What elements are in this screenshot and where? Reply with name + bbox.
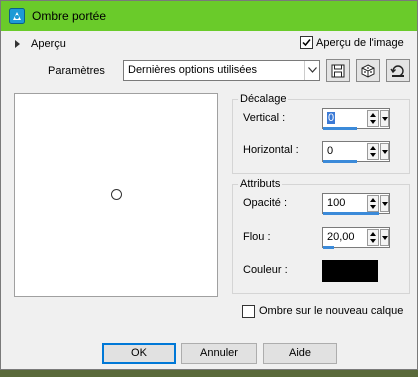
offset-group-title: Décalage <box>238 93 289 105</box>
up-down-icon[interactable] <box>367 110 379 127</box>
checkmark-icon <box>302 39 311 47</box>
cancel-button[interactable]: Annuler <box>181 343 257 364</box>
blur-slider[interactable] <box>323 246 334 249</box>
save-preset-button[interactable] <box>326 59 350 82</box>
cube-icon <box>361 64 375 78</box>
params-label: Paramètres <box>48 65 105 77</box>
preview-canvas[interactable] <box>14 93 218 297</box>
title-bar[interactable]: Ombre portée <box>1 1 417 31</box>
attributes-group-title: Attributs <box>238 178 283 190</box>
blur-label: Flou : <box>243 231 271 243</box>
up-down-icon[interactable] <box>367 195 379 212</box>
offset-handle[interactable] <box>111 189 122 200</box>
horizontal-label: Horizontal : <box>243 144 299 156</box>
blur-value[interactable]: 20,00 <box>327 231 355 243</box>
opacity-slider[interactable] <box>323 212 379 215</box>
image-preview-checkbox[interactable] <box>300 36 313 49</box>
blur-stepper[interactable]: 20,00 <box>322 227 390 248</box>
reset-button[interactable] <box>386 59 410 82</box>
params-select-value: Dernières options utilisées <box>128 64 258 76</box>
chevron-down-icon[interactable] <box>380 110 389 127</box>
horizontal-value[interactable]: 0 <box>327 145 333 157</box>
color-swatch[interactable] <box>322 260 378 282</box>
help-button[interactable]: Aide <box>263 343 337 364</box>
new-layer-checkbox[interactable] <box>242 305 255 318</box>
reset-icon <box>390 65 404 77</box>
params-select[interactable]: Dernières options utilisées <box>123 60 320 81</box>
horizontal-slider[interactable] <box>323 160 357 163</box>
vertical-value[interactable]: 0 <box>327 112 336 124</box>
random-preset-button[interactable] <box>356 59 380 82</box>
color-label: Couleur : <box>243 264 288 276</box>
expand-arrow-icon <box>15 40 20 48</box>
horizontal-stepper[interactable]: 0 <box>322 141 390 162</box>
vertical-label: Vertical : <box>243 112 286 124</box>
opacity-value[interactable]: 100 <box>327 197 345 209</box>
up-down-icon[interactable] <box>367 229 379 246</box>
chevron-down-icon[interactable] <box>304 61 319 80</box>
vertical-stepper[interactable]: 0 <box>322 108 390 129</box>
chevron-down-icon[interactable] <box>380 229 389 246</box>
up-down-icon[interactable] <box>367 143 379 160</box>
image-preview-label: Aperçu de l'image <box>316 37 404 49</box>
window-title: Ombre portée <box>32 9 107 23</box>
preview-toggle-label: Aperçu <box>31 38 66 50</box>
app-icon <box>9 8 25 24</box>
opacity-label: Opacité : <box>243 197 288 209</box>
shadow-dialog: Ombre portée Aperçu Aperçu de l'image Pa… <box>0 0 418 370</box>
chevron-down-icon[interactable] <box>380 195 389 212</box>
new-layer-label: Ombre sur le nouveau calque <box>259 305 404 317</box>
opacity-stepper[interactable]: 100 <box>322 193 390 214</box>
save-icon <box>331 64 345 78</box>
ok-button[interactable]: OK <box>102 343 176 364</box>
vertical-slider[interactable] <box>323 127 357 130</box>
chevron-down-icon[interactable] <box>380 143 389 160</box>
